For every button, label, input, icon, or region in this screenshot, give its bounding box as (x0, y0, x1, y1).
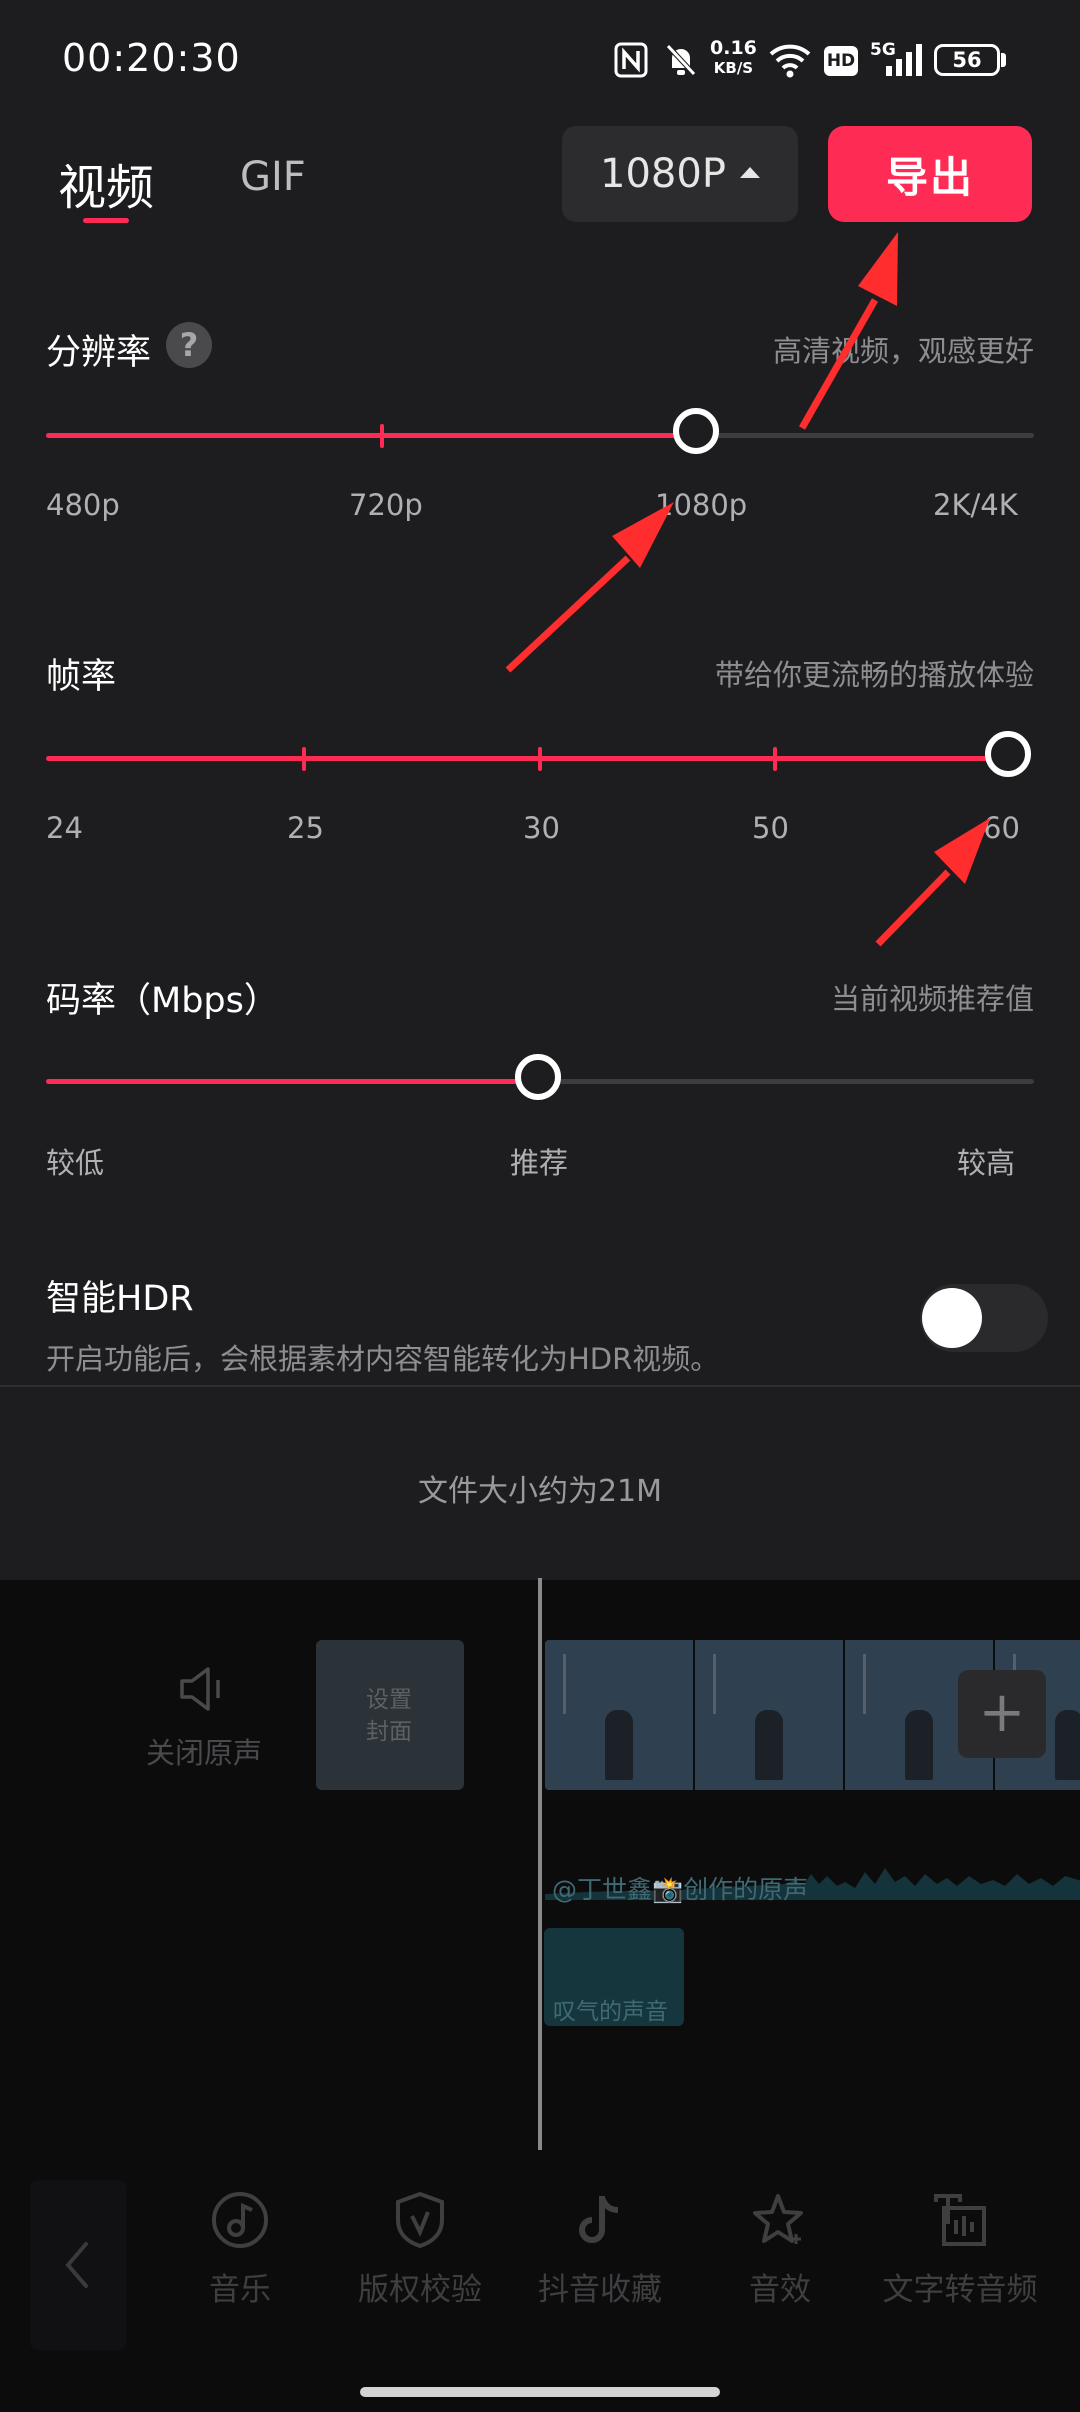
resolution-label-2k4k[interactable]: 2K/4K (933, 488, 1018, 522)
add-clip-button[interactable]: + (958, 1670, 1046, 1758)
signal-icon (886, 44, 922, 76)
timeline-playhead[interactable] (538, 1578, 542, 2150)
music-note-icon (212, 2192, 268, 2248)
frame-rate-label-30[interactable]: 30 (523, 811, 560, 845)
bitrate-label-low[interactable]: 较低 (46, 1140, 104, 1182)
toolbar-douyin-favorites-label: 抖音收藏 (538, 2272, 662, 2308)
resolution-dropdown[interactable]: 1080P (562, 126, 798, 222)
nfc-icon (614, 42, 648, 78)
audio-track-original[interactable]: @丁世鑫📸创作的原声 (552, 1870, 808, 1906)
battery-tip (1001, 53, 1006, 67)
audio-track-sigh-label: 叹气的声音 (553, 1999, 668, 2025)
mute-bell-icon (666, 44, 696, 76)
bitrate-slider-thumb[interactable] (515, 1054, 561, 1100)
star-sparkle-icon (753, 2194, 803, 2244)
shield-check-icon (396, 2191, 444, 2249)
battery-icon: 56 (934, 44, 1000, 76)
frame-rate-slider-thumb[interactable] (985, 731, 1031, 777)
export-button[interactable]: 导出 (828, 126, 1032, 222)
divider (0, 1385, 1080, 1387)
frame-rate-hint: 带给你更流畅的播放体验 (714, 658, 1034, 692)
frame-rate-tick-25 (302, 747, 306, 771)
file-size-estimate: 文件大小约为21M (417, 1474, 663, 1509)
toolbar-sound-effects-label: 音效 (749, 2272, 811, 2308)
text-to-audio-icon (934, 2194, 986, 2246)
frame-rate-title: 帧率 (46, 657, 117, 697)
clip-frame (545, 1640, 696, 1790)
toolbar-copyright-check[interactable]: 版权校验 (330, 2190, 510, 2309)
toolbar-music[interactable]: 音乐 (150, 2190, 330, 2309)
tiktok-icon (579, 2196, 619, 2243)
frame-rate-slider-fill[interactable] (46, 756, 1008, 761)
toolbar-text-to-audio-label: 文字转音频 (882, 2272, 1038, 2308)
wifi-icon (769, 44, 811, 78)
resolution-slider-thumb[interactable] (673, 408, 719, 454)
resolution-label-720p[interactable]: 720p (349, 488, 423, 522)
speaker-icon (180, 1667, 220, 1711)
toolbar-copyright-check-label: 版权校验 (358, 2272, 482, 2308)
resolution-tick-720p (380, 424, 384, 448)
frame-rate-label-50[interactable]: 50 (752, 811, 789, 845)
bitrate-slider-fill (46, 1079, 540, 1084)
tab-gif[interactable]: GIF (240, 154, 306, 200)
help-icon[interactable]: ? (166, 322, 212, 368)
clip-frame (695, 1640, 846, 1790)
toolbar-text-to-audio[interactable]: 文字转音频 (870, 2190, 1050, 2309)
tab-video[interactable]: 视频 (58, 148, 154, 218)
chevron-left-icon (65, 2242, 88, 2288)
bitrate-title: 码率（Mbps） (46, 981, 279, 1021)
mute-original-sound-button[interactable]: 关闭原声 (146, 1730, 262, 1772)
frame-rate-tick-30 (538, 747, 542, 771)
home-indicator[interactable] (360, 2387, 720, 2397)
bitrate-hint: 当前视频推荐值 (830, 982, 1034, 1016)
frame-rate-label-25[interactable]: 25 (287, 811, 324, 845)
tab-active-indicator (83, 218, 129, 223)
frame-rate-tick-50 (773, 747, 777, 771)
toolbar-douyin-favorites[interactable]: 抖音收藏 (510, 2190, 690, 2309)
resolution-title: 分辨率 (46, 333, 152, 373)
bitrate-label-recommended[interactable]: 推荐 (510, 1140, 568, 1182)
resolution-dropdown-value: 1080P (600, 151, 726, 197)
set-cover-label: 设置 封面 (366, 1687, 412, 1745)
hdr-description: 开启功能后，会根据素材内容智能转化为HDR视频。 (46, 1342, 720, 1376)
back-button[interactable] (30, 2180, 126, 2350)
resolution-slider-fill (46, 433, 698, 438)
toolbar-sound-effects[interactable]: 音效 (690, 2190, 870, 2309)
frame-rate-label-60[interactable]: 60 (983, 811, 1020, 845)
hd-icon: HD (824, 46, 858, 76)
resolution-label-1080p[interactable]: 1080p (655, 488, 747, 522)
caret-up-icon (739, 166, 760, 178)
network-speed: 0.16 KB/S (710, 37, 757, 77)
hdr-toggle-knob (922, 1288, 982, 1348)
toolbar-music-label: 音乐 (209, 2272, 271, 2308)
bitrate-label-high[interactable]: 较高 (957, 1140, 1015, 1182)
hdr-title: 智能HDR (46, 1279, 194, 1319)
resolution-hint: 高清视频，观感更好 (772, 334, 1034, 368)
resolution-label-480p[interactable]: 480p (46, 488, 120, 522)
frame-rate-label-24[interactable]: 24 (46, 811, 83, 845)
status-time: 00:20:30 (62, 36, 241, 80)
